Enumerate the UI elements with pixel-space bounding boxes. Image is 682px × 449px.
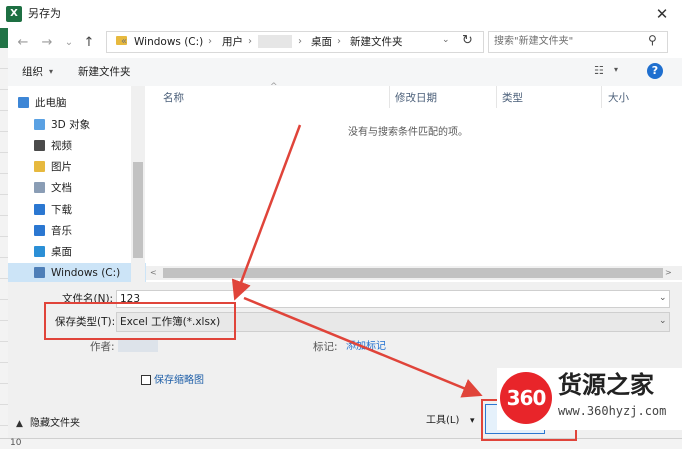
excel-grid-bottom	[0, 438, 682, 449]
back-icon[interactable]: ←	[14, 34, 32, 52]
watermark-logo: 360	[500, 372, 552, 424]
forward-icon[interactable]: →	[38, 34, 56, 52]
blurred-author-value[interactable]	[118, 340, 158, 352]
crumb-separator[interactable]: ›	[337, 35, 341, 49]
scroll-left-icon[interactable]: <	[150, 266, 157, 280]
window-title: 另存为	[28, 7, 61, 20]
empty-message: 没有与搜索条件匹配的项。	[348, 127, 468, 138]
organize-button[interactable]: 组织	[22, 65, 43, 79]
column-header-type[interactable]: 类型	[502, 91, 523, 105]
sidebar-item-label: 3D 对象	[51, 119, 91, 131]
column-header-modified[interactable]: 修改日期	[395, 91, 437, 105]
sidebar-item-label: 文档	[51, 182, 72, 194]
watermark-name: 货源之家	[558, 370, 654, 399]
add-tags-link[interactable]: 添加标记	[346, 340, 386, 354]
hide-folders-button[interactable]: 隐藏文件夹	[30, 417, 80, 431]
excel-ribbon-strip	[0, 28, 8, 48]
crumb-new-folder[interactable]: 新建文件夹	[350, 35, 403, 49]
chevron-down-icon[interactable]: ▾	[49, 65, 53, 79]
excel-grid	[0, 48, 8, 438]
sidebar-item-label: 视频	[51, 140, 72, 152]
desktop-icon	[34, 246, 45, 257]
annotation-box-filetype	[44, 302, 236, 340]
nav-scroll-thumb[interactable]	[133, 162, 143, 258]
file-list[interactable]	[146, 86, 682, 282]
crumb-desktop[interactable]: 桌面	[311, 35, 332, 49]
new-folder-button[interactable]: 新建文件夹	[78, 65, 131, 79]
chevron-down-icon[interactable]: ⌄	[659, 293, 667, 303]
music-icon	[34, 225, 45, 236]
chevron-up-icon[interactable]: ▲	[16, 417, 23, 431]
view-options-icon[interactable]: ☷	[594, 64, 604, 77]
column-divider[interactable]	[601, 86, 602, 108]
column-divider[interactable]	[496, 86, 497, 108]
sort-indicator-icon: ^	[270, 82, 278, 92]
excel-row-number: 10	[10, 438, 22, 448]
sidebar-item-label: 桌面	[51, 246, 72, 258]
up-icon[interactable]: ↑	[80, 34, 98, 52]
cube-icon	[34, 119, 45, 130]
excel-icon: X	[6, 6, 22, 22]
close-button[interactable]: ✕	[650, 4, 674, 24]
sidebar-item-label: 此电脑	[35, 97, 67, 109]
author-label: 作者:	[90, 341, 115, 353]
sidebar-item-windows-c[interactable]: Windows (C:)	[34, 263, 144, 283]
tags-label: 标记:	[313, 341, 338, 353]
horizontal-scroll-thumb[interactable]	[163, 268, 663, 278]
chevron-down-icon[interactable]: ⌄	[659, 316, 667, 326]
sidebar-item-label: 音乐	[51, 225, 72, 237]
scroll-right-icon[interactable]: >	[665, 266, 672, 280]
sidebar-item-music[interactable]: 音乐	[34, 221, 144, 241]
help-icon[interactable]: ?	[647, 63, 663, 79]
save-thumbnail-label[interactable]: 保存缩略图	[154, 374, 204, 388]
download-icon	[34, 204, 45, 215]
watermark-url: www.360hyzj.com	[558, 404, 667, 418]
sidebar-item-pictures[interactable]: 图片	[34, 157, 144, 177]
documents-icon	[34, 182, 45, 193]
pictures-icon	[34, 161, 45, 172]
sidebar-item-label: Windows (C:)	[51, 267, 121, 279]
sidebar-item-documents[interactable]: 文档	[34, 178, 144, 198]
video-icon	[34, 140, 45, 151]
crumb-separator[interactable]: ›	[298, 35, 302, 49]
search-placeholder: 搜索"新建文件夹"	[494, 36, 574, 47]
title-bar	[0, 0, 682, 28]
sidebar-item-this-pc[interactable]: 此电脑	[18, 93, 128, 113]
sidebar-item-videos[interactable]: 视频	[34, 136, 144, 156]
pc-icon	[18, 97, 29, 108]
address-dropdown-icon[interactable]: ⌄	[442, 35, 450, 45]
crumb-drive[interactable]: Windows (C:)	[134, 35, 203, 49]
column-header-size[interactable]: 大小	[608, 91, 629, 105]
column-divider[interactable]	[389, 86, 390, 108]
drive-icon	[34, 267, 45, 278]
chevron-down-icon[interactable]: ▾	[614, 65, 618, 74]
sidebar-item-downloads[interactable]: 下载	[34, 200, 144, 220]
sidebar-item-3d-objects[interactable]: 3D 对象	[34, 115, 144, 135]
blurred-username	[258, 35, 292, 48]
column-header-name[interactable]: 名称	[163, 91, 184, 105]
tools-button[interactable]: 工具(L)	[426, 414, 459, 428]
save-thumbnail-checkbox[interactable]	[141, 375, 151, 385]
crumb-users[interactable]: 用户	[222, 35, 243, 49]
refresh-icon[interactable]: ↻	[462, 33, 473, 48]
sidebar-item-desktop[interactable]: 桌面	[34, 242, 144, 262]
crumb-separator[interactable]: ›	[248, 35, 252, 49]
sidebar-item-label: 图片	[51, 161, 72, 173]
chevron-down-icon[interactable]: ▾	[470, 414, 475, 428]
recent-dropdown-icon[interactable]: ⌄	[60, 34, 78, 52]
sidebar-item-label: 下载	[51, 204, 72, 216]
search-icon[interactable]: ⚲	[648, 33, 657, 47]
crumb-separator[interactable]: ›	[208, 35, 212, 49]
address-overflow[interactable]: «	[121, 35, 127, 49]
